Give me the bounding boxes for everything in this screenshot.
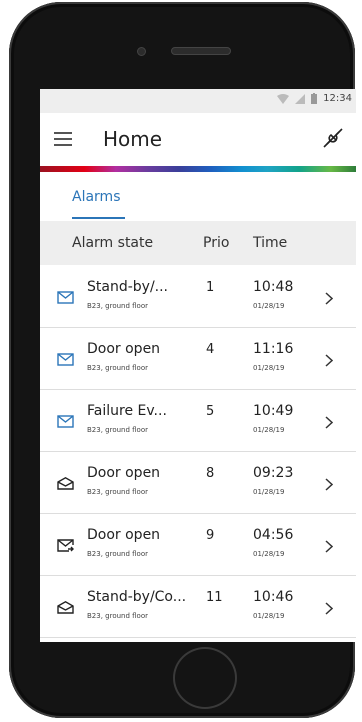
alarm-date: 01/28/19 bbox=[253, 364, 285, 372]
disconnected-plug-icon[interactable] bbox=[322, 127, 344, 149]
chevron-right-icon[interactable] bbox=[325, 414, 334, 429]
alarm-row[interactable]: Door open B23, ground floor 4 11:16 01/2… bbox=[40, 328, 356, 390]
alarm-row[interactable]: Failure Ev... B23, ground floor 5 10:49 … bbox=[40, 390, 356, 452]
alarm-prio: 1 bbox=[206, 280, 215, 295]
chevron-right-icon[interactable] bbox=[325, 476, 334, 491]
earpiece-speaker bbox=[171, 47, 231, 55]
app-bar: Home bbox=[40, 113, 356, 164]
signal-icon bbox=[295, 93, 306, 104]
hamburger-menu-icon[interactable] bbox=[54, 132, 72, 146]
tab-alarms[interactable]: Alarms bbox=[72, 189, 121, 205]
alarm-time: 10:48 bbox=[253, 279, 294, 295]
alarm-time: 04:56 bbox=[253, 527, 294, 543]
alarm-date: 01/28/19 bbox=[253, 488, 285, 496]
alarm-row[interactable]: Door open B23, ground floor 9 04:56 01/2… bbox=[40, 514, 356, 576]
alarm-prio: 11 bbox=[206, 590, 223, 605]
alarm-date: 01/28/19 bbox=[253, 426, 285, 434]
envelope-closed-icon bbox=[57, 289, 74, 304]
chevron-right-icon[interactable] bbox=[325, 290, 334, 305]
page-title: Home bbox=[103, 127, 163, 151]
phone-frame: 12:34 Home Alarms Alarm state Prio Time … bbox=[9, 2, 356, 718]
alarm-time: 10:49 bbox=[253, 403, 294, 419]
alarm-name: Stand-by/Co... bbox=[87, 589, 187, 605]
alarm-name: Failure Ev... bbox=[87, 403, 167, 419]
alarm-row[interactable]: Door open B23, ground floor 8 09:23 01/2… bbox=[40, 452, 356, 514]
column-header-prio[interactable]: Prio bbox=[203, 235, 229, 251]
alarm-name: Stand-by/... bbox=[87, 279, 169, 295]
front-camera bbox=[137, 47, 146, 56]
alarm-name: Door open bbox=[87, 341, 161, 357]
alarm-location: B23, ground floor bbox=[87, 364, 149, 372]
alarm-time: 11:16 bbox=[253, 341, 294, 357]
alarm-time: 10:46 bbox=[253, 589, 294, 605]
battery-icon bbox=[311, 93, 318, 104]
alarm-row[interactable]: Stand-by/... B23, ground floor 1 10:48 0… bbox=[40, 266, 356, 328]
alarm-location: B23, ground floor bbox=[87, 302, 149, 310]
alarm-prio: 9 bbox=[206, 528, 215, 543]
status-time: 12:34 bbox=[323, 93, 352, 104]
column-header-alarm-state[interactable]: Alarm state bbox=[72, 235, 153, 251]
chevron-right-icon[interactable] bbox=[325, 538, 334, 553]
table-header: Alarm state Prio Time bbox=[40, 221, 356, 265]
alarm-time: 09:23 bbox=[253, 465, 294, 481]
envelope-closed-icon bbox=[57, 351, 74, 366]
wifi-icon bbox=[277, 93, 290, 104]
alarm-location: B23, ground floor bbox=[87, 550, 149, 558]
alarm-name: Door open bbox=[87, 527, 161, 543]
status-bar: 12:34 bbox=[40, 89, 356, 113]
envelope-forward-icon bbox=[57, 537, 74, 552]
envelope-open-icon bbox=[57, 599, 74, 614]
alarm-location: B23, ground floor bbox=[87, 426, 149, 434]
alarm-list: Stand-by/... B23, ground floor 1 10:48 0… bbox=[40, 266, 356, 638]
home-button[interactable] bbox=[173, 647, 237, 709]
app-screen: 12:34 Home Alarms Alarm state Prio Time … bbox=[40, 89, 356, 642]
alarm-prio: 4 bbox=[206, 342, 215, 357]
active-tab-indicator bbox=[72, 217, 125, 219]
envelope-closed-icon bbox=[57, 413, 74, 428]
alarm-name: Door open bbox=[87, 465, 161, 481]
alarm-prio: 8 bbox=[206, 466, 215, 481]
chevron-right-icon[interactable] bbox=[325, 352, 334, 367]
chevron-right-icon[interactable] bbox=[325, 600, 334, 615]
alarm-date: 01/28/19 bbox=[253, 302, 285, 310]
tab-bar: Alarms bbox=[40, 172, 356, 220]
alarm-prio: 5 bbox=[206, 404, 215, 419]
column-header-time[interactable]: Time bbox=[253, 235, 287, 251]
alarm-row[interactable]: Stand-by/Co... B23, ground floor 11 10:4… bbox=[40, 576, 356, 638]
alarm-location: B23, ground floor bbox=[87, 612, 149, 620]
alarm-date: 01/28/19 bbox=[253, 612, 285, 620]
envelope-open-icon bbox=[57, 475, 74, 490]
alarm-location: B23, ground floor bbox=[87, 488, 149, 496]
alarm-date: 01/28/19 bbox=[253, 550, 285, 558]
